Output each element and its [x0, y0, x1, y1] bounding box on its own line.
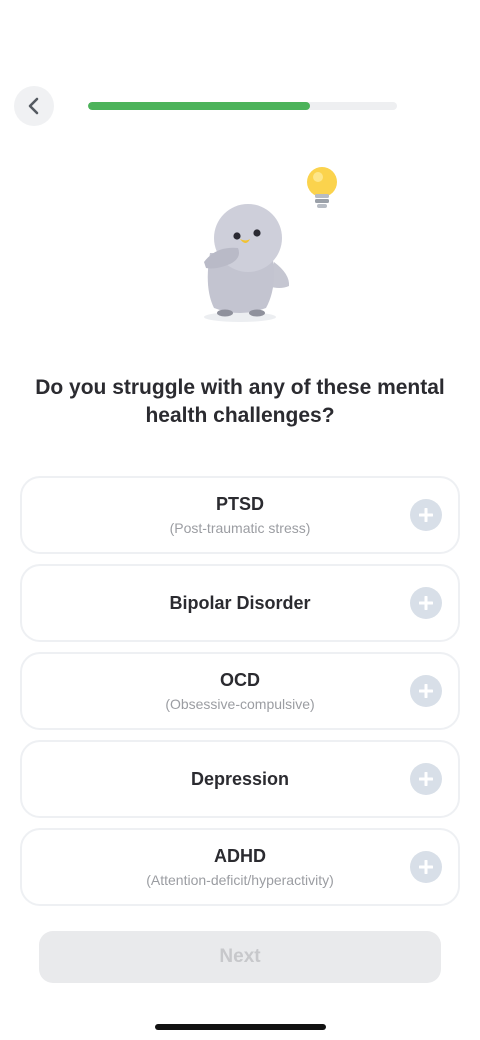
- option-bipolar-disorder[interactable]: Bipolar Disorder: [20, 564, 460, 642]
- plus-icon[interactable]: [410, 587, 442, 619]
- plus-icon[interactable]: [410, 499, 442, 531]
- question-heading: Do you struggle with any of these mental…: [35, 376, 445, 427]
- progress-bar-fill: [88, 102, 311, 110]
- option-ocd[interactable]: OCD (Obsessive-compulsive): [20, 652, 460, 730]
- option-ptsd[interactable]: PTSD (Post-traumatic stress): [20, 476, 460, 554]
- lightbulb-icon: [307, 167, 337, 208]
- plus-icon[interactable]: [410, 675, 442, 707]
- option-adhd[interactable]: ADHD (Attention-deficit/hyperactivity): [20, 828, 460, 906]
- chevron-left-icon: [27, 97, 41, 115]
- progress-bar: [88, 102, 397, 110]
- home-indicator: [155, 1024, 326, 1030]
- next-button[interactable]: Next: [39, 931, 441, 983]
- option-title: PTSD: [215, 494, 264, 514]
- option-title: OCD: [220, 670, 260, 690]
- option-subtitle: (Post-traumatic stress): [169, 520, 311, 536]
- back-button[interactable]: [14, 86, 54, 126]
- option-subtitle: (Obsessive-compulsive): [165, 696, 315, 712]
- option-title: Bipolar Disorder: [169, 593, 311, 613]
- plus-icon[interactable]: [410, 851, 442, 883]
- option-title: Depression: [190, 769, 290, 789]
- mascot-illustration: [190, 158, 350, 328]
- option-subtitle: (Attention-deficit/hyperactivity): [146, 872, 334, 888]
- option-depression[interactable]: Depression: [20, 740, 460, 818]
- option-title: ADHD: [214, 846, 266, 866]
- plus-icon[interactable]: [410, 763, 442, 795]
